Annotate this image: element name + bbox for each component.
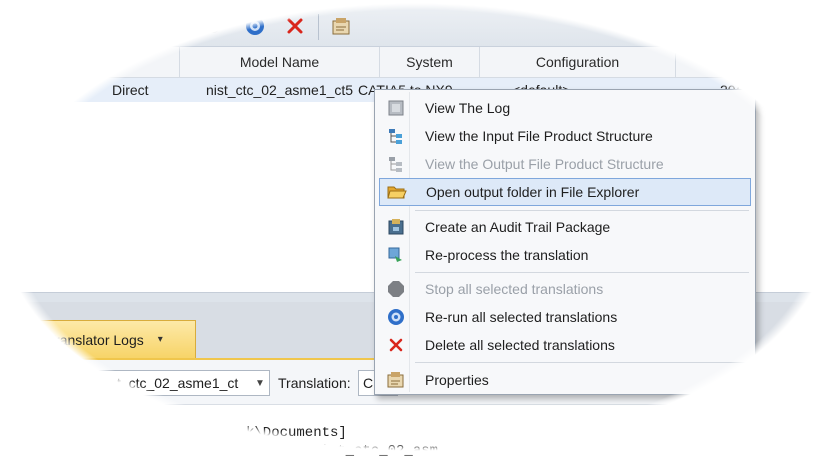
menu-item-view-log[interactable]: View The Log bbox=[379, 94, 751, 122]
rerun-icon[interactable] bbox=[244, 15, 266, 37]
column-header-configuration[interactable]: Configuration bbox=[480, 47, 676, 77]
chevron-down-icon[interactable]: ▼ bbox=[251, 378, 269, 389]
package-icon bbox=[385, 216, 407, 238]
toolbar-separator bbox=[318, 14, 319, 40]
menu-item-label: Create an Audit Trail Package bbox=[425, 219, 611, 235]
menu-item-open-output-folder[interactable]: Open output folder in File Explorer bbox=[379, 178, 751, 206]
menu-item-create-audit-trail[interactable]: Create an Audit Trail Package bbox=[379, 213, 751, 241]
app-window: ection Model Name System Configuration D… bbox=[0, 0, 831, 459]
cell-model-name: nist_ctc_02_asme1_ct5 bbox=[206, 82, 354, 98]
menu-separator bbox=[415, 210, 749, 211]
chevron-down-icon[interactable]: ▾ bbox=[158, 334, 163, 345]
menu-item-view-output-structure[interactable]: View the Output File Product Structure bbox=[379, 150, 751, 178]
folder-open-icon bbox=[386, 181, 408, 203]
log-line: k\Documents] bbox=[246, 425, 347, 441]
column-header-model-name[interactable]: Model Name bbox=[180, 47, 380, 77]
menu-item-stop-all[interactable]: Stop all selected translations bbox=[379, 275, 751, 303]
menu-item-label: View the Input File Product Structure bbox=[425, 128, 653, 144]
model-select[interactable]: nist_ctc_02_asme1_ct ▼ bbox=[92, 370, 270, 396]
translation-label: Translation: bbox=[278, 375, 351, 391]
menu-item-view-input-structure[interactable]: View the Input File Product Structure bbox=[379, 122, 751, 150]
column-header-direction[interactable]: ection bbox=[0, 47, 180, 77]
rerun-icon bbox=[385, 306, 407, 328]
log-icon bbox=[385, 97, 407, 119]
menu-item-label: Delete all selected translations bbox=[425, 337, 615, 353]
menu-separator bbox=[415, 362, 749, 363]
menu-item-label: Stop all selected translations bbox=[425, 281, 604, 297]
menu-item-label: Open output folder in File Explorer bbox=[426, 184, 640, 200]
menu-item-label: Re-run all selected translations bbox=[425, 309, 618, 325]
menu-item-label: View the Output File Product Structure bbox=[425, 156, 664, 172]
tree-icon bbox=[385, 125, 407, 147]
menu-item-label: Properties bbox=[425, 372, 489, 388]
properties-icon bbox=[385, 369, 407, 391]
grid-header: ection Model Name System Configuration bbox=[0, 47, 831, 78]
column-header-system[interactable]: System bbox=[380, 47, 480, 77]
column-header-date[interactable] bbox=[676, 47, 831, 77]
cell-direction: Direct bbox=[112, 82, 149, 98]
log-output: k\Documents] nist_ctc_02_asm... bbox=[0, 405, 831, 459]
delete-icon[interactable] bbox=[284, 15, 306, 37]
context-menu: View The Log View the Input File Product… bbox=[374, 89, 756, 395]
tab-label: Translator Logs bbox=[47, 331, 144, 348]
menu-item-delete-all[interactable]: Delete all selected translations bbox=[379, 331, 751, 359]
menu-item-label: View The Log bbox=[425, 100, 511, 116]
tab-translator-logs[interactable]: Translator Logs ▾ bbox=[36, 320, 196, 358]
menu-item-label: Re-process the translation bbox=[425, 247, 589, 263]
model-select-value: nist_ctc_02_asme1_ct bbox=[99, 375, 239, 391]
log-line: nist_ctc_02_asm... bbox=[312, 443, 464, 459]
menu-separator bbox=[415, 272, 749, 273]
menu-item-rerun-all[interactable]: Re-run all selected translations bbox=[379, 303, 751, 331]
stop-icon bbox=[385, 278, 407, 300]
delete-icon bbox=[385, 334, 407, 356]
tree-icon bbox=[385, 153, 407, 175]
properties-icon[interactable] bbox=[330, 15, 352, 37]
menu-item-properties[interactable]: Properties bbox=[379, 366, 751, 394]
menu-item-reprocess[interactable]: Re-process the translation bbox=[379, 241, 751, 269]
reprocess-icon bbox=[385, 244, 407, 266]
gear-icon[interactable] bbox=[202, 15, 224, 37]
toolbar bbox=[0, 0, 831, 47]
